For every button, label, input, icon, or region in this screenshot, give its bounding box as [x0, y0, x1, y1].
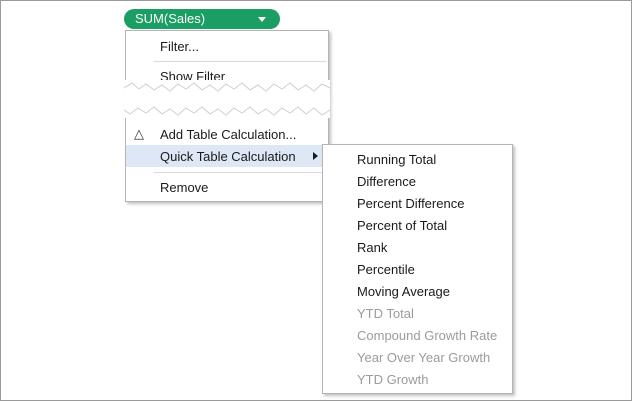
submenu-item-difference[interactable]: Difference [323, 170, 512, 192]
menu-item-filter[interactable]: Filter... [126, 35, 328, 57]
menu-divider [154, 172, 326, 173]
submenu-item-ytd-growth: YTD Growth [357, 372, 429, 387]
submenu-item-percentile[interactable]: Percentile [323, 258, 512, 280]
quick-table-calculation-submenu: Running Total Difference Percent Differe… [322, 144, 513, 394]
menu-item-remove[interactable]: Remove [126, 176, 328, 198]
menu-divider [154, 61, 326, 62]
submenu-item-year-over-year-growth: Year Over Year Growth [357, 350, 491, 365]
submenu-item-percent-difference[interactable]: Percent Difference [323, 192, 512, 214]
menu-item-quick-table-calculation[interactable]: Quick Table Calculation [126, 145, 328, 167]
submenu-item-running-total[interactable]: Running Total [323, 148, 512, 170]
delta-icon: △ [134, 126, 144, 141]
submenu-item-rank[interactable]: Rank [323, 236, 512, 258]
chevron-down-icon[interactable] [258, 17, 266, 22]
chevron-right-icon [313, 152, 318, 160]
submenu-item-percent-of-total[interactable]: Percent of Total [323, 214, 512, 236]
torn-edge [124, 80, 330, 118]
sum-sales-pill[interactable]: SUM(Sales) [124, 9, 280, 29]
submenu-item-ytd-total: YTD Total [357, 306, 414, 321]
menu-item-add-table-calculation[interactable]: △ Add Table Calculation... [126, 123, 328, 145]
pill-label: SUM(Sales) [135, 11, 206, 26]
submenu-item-compound-growth-rate: Compound Growth Rate [357, 328, 498, 343]
submenu-item-moving-average[interactable]: Moving Average [323, 280, 512, 302]
